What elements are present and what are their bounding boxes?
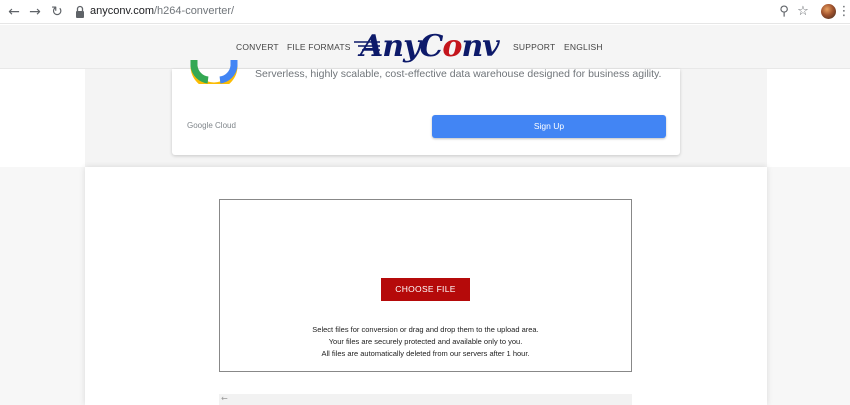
sign-up-button[interactable]: Sign Up: [432, 115, 666, 138]
upload-privacy-note: Your files are securely protected and av…: [328, 337, 523, 346]
reload-icon[interactable]: ↻: [49, 4, 65, 20]
url-path: /h264-converter/: [154, 5, 235, 17]
logo-any: Any: [360, 29, 421, 64]
choose-file-button[interactable]: CHOOSE FILE: [381, 278, 470, 301]
page-margin-right: [767, 167, 850, 405]
file-list-header: [219, 394, 632, 405]
address-bar[interactable]: anyconv.com/h264-converter/: [90, 5, 234, 17]
logo-c: C: [419, 29, 444, 64]
star-icon[interactable]: ☆: [795, 4, 811, 20]
forward-arrow-icon[interactable]: →: [27, 4, 43, 20]
lock-icon: [76, 5, 84, 18]
nav-support[interactable]: SUPPORT: [513, 42, 555, 52]
nav-file-formats[interactable]: FILE FORMATS: [287, 42, 351, 52]
back-arrow-small-icon[interactable]: ←: [221, 394, 228, 403]
ad-description: Serverless, highly scalable, cost-effect…: [255, 68, 662, 80]
logo-nv: nv: [461, 29, 499, 64]
back-arrow-icon[interactable]: ←: [6, 4, 22, 20]
avatar[interactable]: [821, 4, 836, 19]
ad-card[interactable]: [172, 69, 680, 155]
site-header: CONVERT FILE FORMATS AnyConv SUPPORT ENG…: [0, 25, 850, 69]
upload-instructions: Select files for conversion or drag and …: [312, 325, 539, 334]
nav-convert[interactable]: CONVERT: [236, 42, 279, 52]
search-icon[interactable]: ⚲: [776, 4, 792, 20]
nav-language[interactable]: ENGLISH: [564, 42, 603, 52]
page-margin-left: [0, 167, 85, 405]
menu-icon[interactable]: ⋮: [836, 4, 850, 20]
url-host: anyconv.com: [90, 5, 154, 17]
anyconv-logo[interactable]: AnyConv: [354, 29, 500, 65]
browser-toolbar: ← → ↻ anyconv.com/h264-converter/ ⚲ ☆ ⋮: [0, 0, 850, 24]
upload-deletion-note: All files are automatically deleted from…: [321, 349, 530, 358]
google-cloud-logo-icon: [190, 60, 238, 84]
ad-brand: Google Cloud: [187, 121, 236, 130]
logo-o: o: [442, 29, 462, 64]
